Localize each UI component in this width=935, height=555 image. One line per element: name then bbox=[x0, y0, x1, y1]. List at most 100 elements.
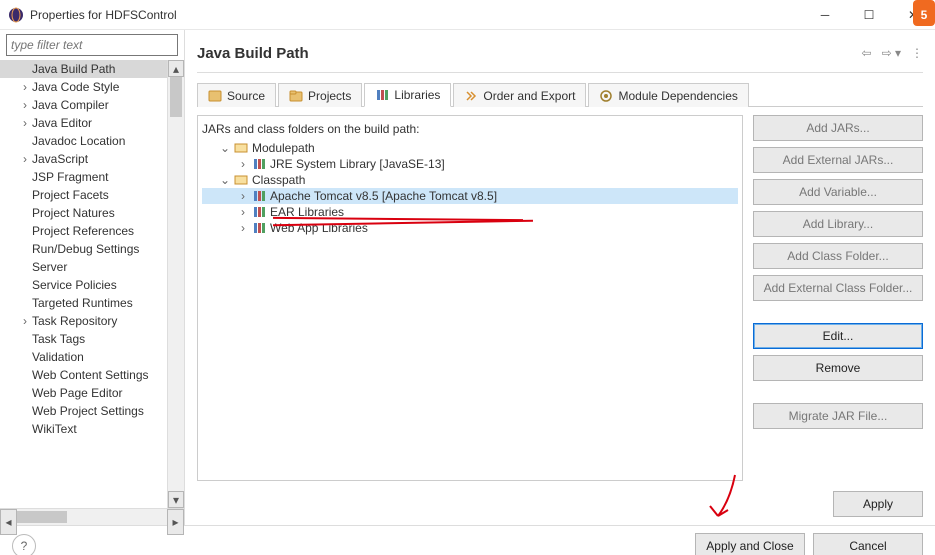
sidebar-item[interactable]: Project References bbox=[0, 222, 167, 240]
sidebar-item[interactable]: ›Task Repository bbox=[0, 312, 167, 330]
sidebar-item-label: Validation bbox=[32, 350, 84, 364]
scroll-right-icon[interactable]: ▸ bbox=[167, 509, 184, 535]
sidebar-item[interactable]: Targeted Runtimes bbox=[0, 294, 167, 312]
tab-label: Libraries bbox=[394, 88, 440, 102]
libraries-tree[interactable]: JARs and class folders on the build path… bbox=[197, 115, 743, 481]
sidebar-hscroll[interactable]: ◂ ▸ bbox=[0, 508, 184, 525]
remove-button[interactable]: Remove bbox=[753, 355, 923, 381]
edit-button[interactable]: Edit... bbox=[753, 323, 923, 349]
expand-icon[interactable]: › bbox=[238, 157, 248, 171]
sidebar-item-label: Java Editor bbox=[32, 116, 92, 130]
sidebar-tree[interactable]: Java Build Path›Java Code Style›Java Com… bbox=[0, 60, 167, 508]
sidebar-item[interactable]: JSP Fragment bbox=[0, 168, 167, 186]
library-icon bbox=[252, 205, 266, 219]
sidebar-item[interactable]: Task Tags bbox=[0, 330, 167, 348]
scroll-left-icon[interactable]: ◂ bbox=[0, 509, 17, 535]
add-external-jars-button[interactable]: Add External JARs... bbox=[753, 147, 923, 173]
button-column: Add JARs... Add External JARs... Add Var… bbox=[753, 115, 923, 481]
sidebar-item[interactable]: Web Content Settings bbox=[0, 366, 167, 384]
expand-icon[interactable]: › bbox=[20, 314, 30, 328]
expand-icon[interactable]: › bbox=[238, 205, 248, 219]
sidebar-item[interactable]: ›Java Editor bbox=[0, 114, 167, 132]
expand-icon[interactable]: › bbox=[238, 221, 248, 235]
tab-libraries[interactable]: Libraries bbox=[364, 83, 451, 107]
expand-icon[interactable]: › bbox=[238, 189, 248, 203]
tab-label: Projects bbox=[308, 89, 351, 103]
expand-icon[interactable]: › bbox=[20, 116, 30, 130]
tab-module-deps[interactable]: Module Dependencies bbox=[588, 83, 748, 107]
sidebar-item-label: Project Facets bbox=[32, 188, 109, 202]
tab-order-export[interactable]: Order and Export bbox=[453, 83, 586, 107]
scroll-down-icon[interactable]: ▾ bbox=[168, 491, 184, 508]
jre-node[interactable]: › JRE System Library [JavaSE-13] bbox=[202, 156, 738, 172]
expand-icon[interactable]: › bbox=[20, 80, 30, 94]
hscroll-thumb[interactable] bbox=[17, 511, 67, 523]
sidebar-item[interactable]: Javadoc Location bbox=[0, 132, 167, 150]
add-variable-button[interactable]: Add Variable... bbox=[753, 179, 923, 205]
apply-button[interactable]: Apply bbox=[833, 491, 923, 517]
eclipse-icon bbox=[8, 7, 24, 23]
library-icon bbox=[252, 221, 266, 235]
add-external-class-folder-button[interactable]: Add External Class Folder... bbox=[753, 275, 923, 301]
scroll-thumb[interactable] bbox=[170, 77, 182, 117]
tab-source[interactable]: Source bbox=[197, 83, 276, 107]
classpath-node[interactable]: ⌄ Classpath bbox=[202, 172, 738, 188]
minimize-button[interactable]: ─ bbox=[803, 1, 847, 29]
maximize-button[interactable]: ☐ bbox=[847, 1, 891, 29]
node-label: Modulepath bbox=[252, 141, 315, 155]
filter-input[interactable] bbox=[6, 34, 178, 56]
sidebar-item-label: Java Compiler bbox=[32, 98, 109, 112]
sidebar-item[interactable]: ›Java Code Style bbox=[0, 78, 167, 96]
module-icon bbox=[599, 89, 613, 103]
annotation-arrow bbox=[690, 470, 750, 530]
add-class-folder-button[interactable]: Add Class Folder... bbox=[753, 243, 923, 269]
expand-icon[interactable]: ⌄ bbox=[220, 173, 230, 187]
sidebar-item[interactable]: Server bbox=[0, 258, 167, 276]
forward-icon[interactable]: ⇨ ▾ bbox=[882, 46, 901, 60]
help-button[interactable]: ? bbox=[12, 534, 36, 555]
tab-projects[interactable]: Projects bbox=[278, 83, 362, 107]
node-label: Apache Tomcat v8.5 [Apache Tomcat v8.5] bbox=[270, 189, 497, 203]
sidebar-item[interactable]: Web Project Settings bbox=[0, 402, 167, 420]
modulepath-node[interactable]: ⌄ Modulepath bbox=[202, 140, 738, 156]
migrate-jar-button[interactable]: Migrate JAR File... bbox=[753, 403, 923, 429]
sidebar-item[interactable]: WikiText bbox=[0, 420, 167, 438]
node-label: JRE System Library [JavaSE-13] bbox=[270, 157, 445, 171]
sidebar-item-label: Web Page Editor bbox=[32, 386, 123, 400]
sidebar-item-label: Run/Debug Settings bbox=[32, 242, 139, 256]
expand-icon[interactable]: › bbox=[20, 98, 30, 112]
add-jars-button[interactable]: Add JARs... bbox=[753, 115, 923, 141]
sidebar-item-label: Javadoc Location bbox=[32, 134, 125, 148]
sidebar-item[interactable]: ›JavaScript bbox=[0, 150, 167, 168]
scroll-up-icon[interactable]: ▴ bbox=[168, 60, 184, 77]
add-library-button[interactable]: Add Library... bbox=[753, 211, 923, 237]
sidebar-item-label: Project References bbox=[32, 224, 134, 238]
sidebar-item[interactable]: Java Build Path bbox=[0, 60, 167, 78]
sidebar-item[interactable]: Project Natures bbox=[0, 204, 167, 222]
sidebar-item[interactable]: Project Facets bbox=[0, 186, 167, 204]
tab-label: Order and Export bbox=[483, 89, 575, 103]
tomcat-node[interactable]: › Apache Tomcat v8.5 [Apache Tomcat v8.5… bbox=[202, 188, 738, 204]
cancel-button[interactable]: Cancel bbox=[813, 533, 923, 555]
node-label: Classpath bbox=[252, 173, 305, 187]
window-title: Properties for HDFSControl bbox=[30, 8, 803, 22]
apply-close-button[interactable]: Apply and Close bbox=[695, 533, 805, 555]
back-icon[interactable]: ⇦ bbox=[862, 46, 872, 60]
sidebar-item[interactable]: Web Page Editor bbox=[0, 384, 167, 402]
sidebar-item[interactable]: ›Java Compiler bbox=[0, 96, 167, 114]
filter-wrap bbox=[6, 34, 178, 56]
sidebar-item-label: Task Repository bbox=[32, 314, 117, 328]
sidebar-item-label: Targeted Runtimes bbox=[32, 296, 133, 310]
sidebar-item-label: JSP Fragment bbox=[32, 170, 108, 184]
expand-icon[interactable]: › bbox=[20, 152, 30, 166]
sidebar-item-label: Java Build Path bbox=[32, 62, 115, 76]
projects-icon bbox=[289, 89, 303, 103]
sidebar-item[interactable]: Validation bbox=[0, 348, 167, 366]
menu-icon[interactable]: ⋮ bbox=[911, 46, 923, 60]
sidebar-scrollbar[interactable]: ▴ ▾ bbox=[167, 60, 184, 508]
sidebar-item-label: Project Natures bbox=[32, 206, 115, 220]
expand-icon[interactable]: ⌄ bbox=[220, 141, 230, 155]
svg-text:5: 5 bbox=[921, 8, 928, 22]
sidebar-item[interactable]: Run/Debug Settings bbox=[0, 240, 167, 258]
sidebar-item[interactable]: Service Policies bbox=[0, 276, 167, 294]
